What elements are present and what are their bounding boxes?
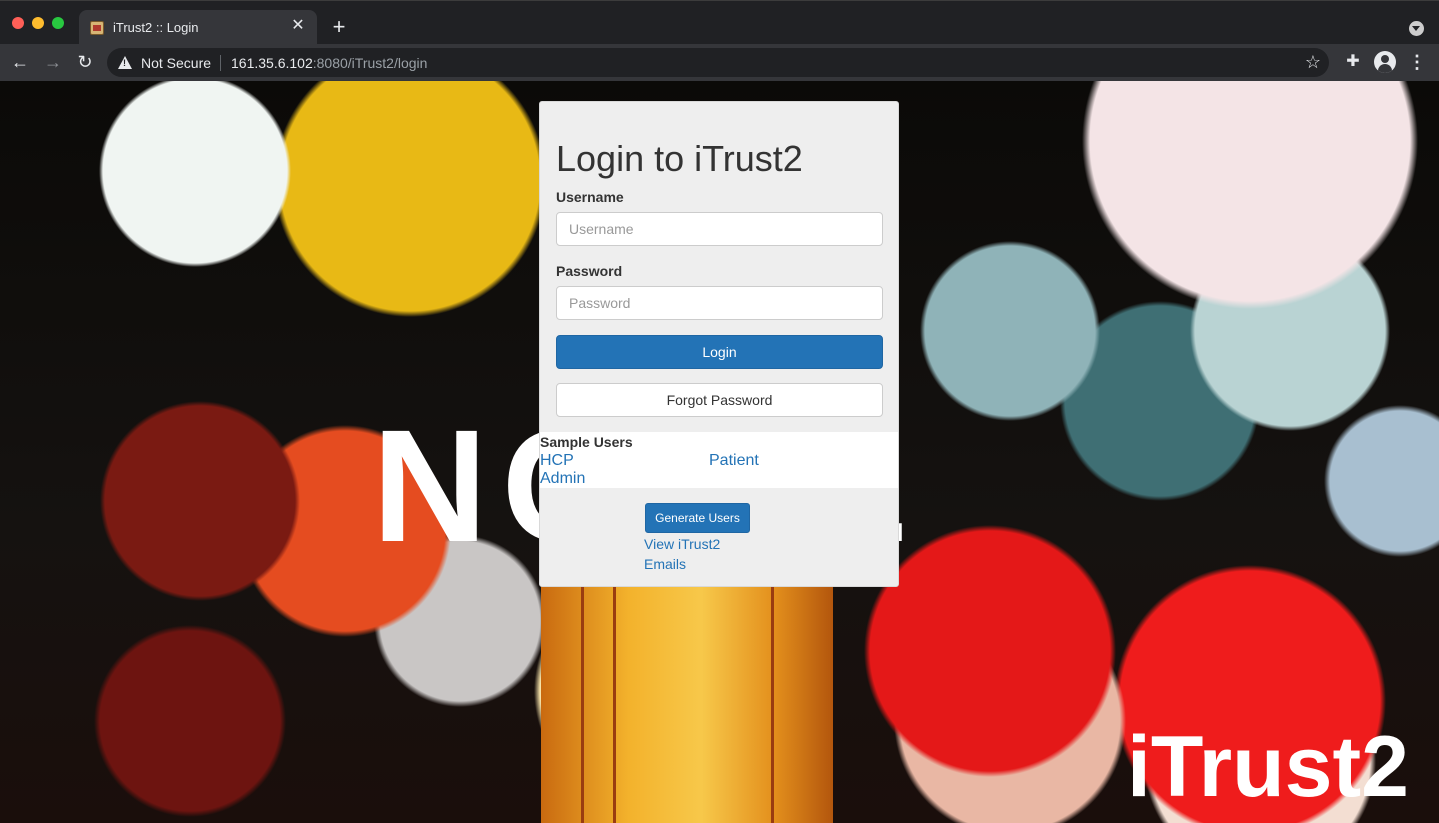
url-text[interactable]: 161.35.6.102:8080/iTrust2/login: [231, 55, 427, 71]
sample-user-hcp-link[interactable]: HCP: [540, 452, 574, 470]
url-host: 161.35.6.102: [231, 55, 313, 71]
sample-users-section: Sample Users HCP Patient Admin: [540, 432, 898, 488]
address-bar[interactable]: Not Secure 161.35.6.102:8080/iTrust2/log…: [107, 48, 1329, 77]
close-window-button[interactable]: [12, 17, 24, 29]
warning-icon[interactable]: [118, 56, 132, 69]
security-status[interactable]: Not Secure: [141, 55, 211, 71]
new-tab-button[interactable]: +: [327, 15, 351, 39]
minimize-window-button[interactable]: [32, 17, 44, 29]
maximize-window-button[interactable]: [52, 17, 64, 29]
profile-avatar-icon[interactable]: [1374, 51, 1396, 73]
login-panel: Login to iTrust2 Username Password Login…: [539, 101, 899, 587]
browser-tab-bar: iTrust2 :: Login ✕ +: [0, 0, 1439, 45]
sample-user-admin-link[interactable]: Admin: [540, 470, 585, 488]
tab-title: iTrust2 :: Login: [113, 20, 199, 35]
back-arrow-icon[interactable]: ←: [8, 50, 32, 74]
sample-user-patient-link[interactable]: Patient: [709, 452, 759, 470]
tower-stripe: [613, 586, 616, 823]
login-button[interactable]: Login: [556, 335, 883, 369]
forgot-password-button[interactable]: Forgot Password: [556, 383, 883, 417]
favicon-icon: [90, 21, 104, 35]
forward-arrow-icon[interactable]: →: [41, 50, 65, 74]
tab-search-icon[interactable]: [1409, 21, 1424, 36]
password-label: Password: [556, 263, 623, 279]
username-label: Username: [556, 189, 624, 205]
password-input[interactable]: [556, 286, 883, 320]
view-emails-link[interactable]: View iTrust2 Emails: [644, 534, 744, 574]
background-tower-image: [541, 586, 833, 823]
page-title: Login to iTrust2: [556, 138, 803, 179]
bookmark-star-icon[interactable]: ☆: [1305, 51, 1321, 73]
itrust2-logo-text: iTrust2: [1127, 719, 1409, 815]
address-divider: [220, 55, 221, 71]
browser-tab[interactable]: iTrust2 :: Login ✕: [79, 10, 317, 45]
username-input[interactable]: [556, 212, 883, 246]
reload-icon[interactable]: ↻: [73, 50, 97, 74]
url-path: :8080/iTrust2/login: [312, 55, 428, 71]
extensions-puzzle-icon[interactable]: ✚: [1344, 53, 1362, 71]
close-tab-icon[interactable]: ✕: [289, 17, 307, 35]
tower-stripe: [771, 586, 774, 823]
generate-users-button[interactable]: Generate Users: [645, 503, 750, 533]
sample-users-heading: Sample Users: [540, 434, 633, 450]
browser-toolbar: ← → ↻ Not Secure 161.35.6.102:8080/iTrus…: [0, 44, 1439, 81]
browser-menu-icon[interactable]: ⋮: [1408, 50, 1426, 74]
tower-stripe: [581, 586, 584, 823]
login-page-background: NC TE iTrust2 Login to iTrust2 Username …: [0, 81, 1439, 823]
